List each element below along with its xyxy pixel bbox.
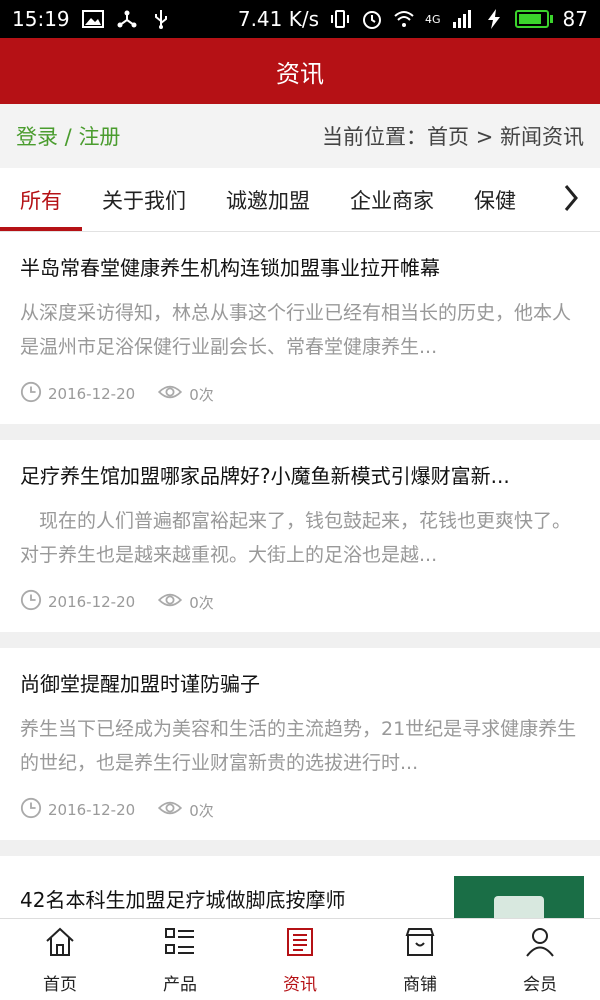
login-link[interactable]: 登录	[16, 125, 58, 149]
article-meta: 2016-12-20 0次	[20, 364, 580, 424]
shop-icon	[403, 925, 437, 964]
usb-icon	[150, 8, 172, 30]
auth-separator: /	[58, 125, 79, 149]
tab-all[interactable]: 所有	[0, 168, 82, 231]
status-time: 15:19	[12, 7, 70, 31]
network-type: 4G	[425, 12, 441, 26]
article-views-item: 0次	[157, 799, 214, 821]
article-views: 0次	[189, 385, 214, 404]
tab-label: 诚邀加盟	[226, 188, 310, 213]
nav-label: 首页	[43, 974, 77, 995]
article-date: 2016-12-20	[48, 593, 136, 611]
wifi-icon	[393, 8, 415, 30]
category-tabs: 所有 关于我们 诚邀加盟 企业商家 保健	[0, 168, 600, 232]
article-title[interactable]: 半岛常春堂健康养生机构连锁加盟事业拉开帷幕	[20, 252, 580, 284]
battery-level: 87	[562, 7, 588, 31]
breadcrumb: 当前位置：首页 > 新闻资讯	[322, 125, 584, 149]
user-icon	[523, 925, 557, 964]
nav-member[interactable]: 会员	[480, 919, 600, 1000]
charging-icon	[483, 8, 505, 30]
clock-icon	[20, 381, 42, 407]
tab-health[interactable]: 保健	[454, 168, 536, 231]
article-summary: 现在的人们普遍都富裕起来了，钱包鼓起来，花钱也更爽快了。对于养生也是越来越重视。…	[20, 510, 572, 566]
alarm-icon	[361, 8, 383, 30]
article-date-item: 2016-12-20	[20, 589, 135, 615]
article-date-item: 2016-12-20	[20, 381, 135, 407]
signal-icon	[451, 8, 473, 30]
nav-label: 会员	[523, 974, 557, 995]
article-date: 2016-12-20	[48, 801, 136, 819]
eye-icon	[157, 591, 183, 613]
list-item[interactable]: 足疗养生馆加盟哪家品牌好?小魔鱼新模式引爆财富新... 现在的人们普遍都富裕起来…	[0, 440, 600, 632]
gallery-icon	[81, 8, 104, 30]
list-icon	[163, 925, 197, 964]
network-speed: 7.41 K/s	[237, 7, 320, 31]
eye-icon	[157, 383, 183, 405]
article-title[interactable]: 足疗养生馆加盟哪家品牌好?小魔鱼新模式引爆财富新...	[20, 460, 580, 492]
article-views: 0次	[189, 593, 214, 612]
tab-label: 所有	[20, 188, 62, 213]
clock-icon	[20, 589, 42, 615]
article-views: 0次	[189, 801, 214, 820]
article-views-item: 0次	[157, 383, 214, 405]
news-icon	[283, 925, 317, 964]
nav-products[interactable]: 产品	[120, 919, 240, 1000]
home-icon	[43, 925, 77, 964]
vibrate-icon	[329, 8, 351, 30]
list-item[interactable]: 尚御堂提醒加盟时谨防骗子 养生当下已经成为美容和生活的主流趋势，21世纪是寻求健…	[0, 648, 600, 840]
article-summary: 养生当下已经成为美容和生活的主流趋势，21世纪是寻求健康养生的世纪，也是养生行业…	[20, 718, 577, 774]
app-header: 资讯	[0, 38, 600, 104]
list-item[interactable]: 42名本科生加盟足疗城做脚底按摩师	[0, 856, 600, 918]
nav-home[interactable]: 首页	[0, 919, 120, 1000]
status-bar: 15:19 7.41 K/s 4G 87	[0, 0, 600, 38]
nav-news[interactable]: 资讯	[240, 919, 360, 1000]
news-list: 半岛常春堂健康养生机构连锁加盟事业拉开帷幕 从深度采访得知，林总从事这个行业已经…	[0, 232, 600, 918]
tab-about-us[interactable]: 关于我们	[82, 168, 206, 231]
article-views-item: 0次	[157, 591, 214, 613]
nav-label: 产品	[163, 974, 197, 995]
tabs-scroll-right[interactable]	[542, 168, 600, 231]
article-date-item: 2016-12-20	[20, 797, 135, 823]
article-meta: 2016-12-20 0次	[20, 572, 580, 632]
tab-label: 关于我们	[102, 188, 186, 213]
article-meta: 2016-12-20 0次	[20, 780, 580, 840]
tab-join[interactable]: 诚邀加盟	[206, 168, 330, 231]
auth-links: 登录 / 注册	[16, 121, 120, 151]
tab-merchants[interactable]: 企业商家	[330, 168, 454, 231]
share-icon	[116, 8, 138, 30]
chevron-right-icon	[561, 183, 581, 217]
nav-shop[interactable]: 商铺	[360, 919, 480, 1000]
nav-label: 商铺	[403, 974, 437, 995]
article-title[interactable]: 尚御堂提醒加盟时谨防骗子	[20, 668, 580, 700]
location-bar: 登录 / 注册 当前位置：首页 > 新闻资讯	[0, 104, 600, 168]
tab-label: 企业商家	[350, 188, 434, 213]
article-title[interactable]: 42名本科生加盟足疗城做脚底按摩师	[20, 884, 438, 916]
page-title: 资讯	[276, 59, 324, 88]
article-summary: 从深度采访得知，林总从事这个行业已经有相当长的历史，他本人是温州市足浴保健行业副…	[20, 302, 572, 358]
article-thumbnail[interactable]	[454, 876, 584, 918]
bottom-nav: 首页 产品 资讯 商铺 会员	[0, 918, 600, 1000]
nav-label: 资讯	[283, 974, 317, 995]
thumbnail-graphic	[494, 896, 544, 918]
battery-icon	[514, 10, 553, 28]
article-date: 2016-12-20	[48, 385, 136, 403]
register-link[interactable]: 注册	[78, 125, 120, 149]
tab-label: 保健	[474, 188, 516, 213]
clock-icon	[20, 797, 42, 823]
eye-icon	[157, 799, 183, 821]
list-item[interactable]: 半岛常春堂健康养生机构连锁加盟事业拉开帷幕 从深度采访得知，林总从事这个行业已经…	[0, 232, 600, 424]
